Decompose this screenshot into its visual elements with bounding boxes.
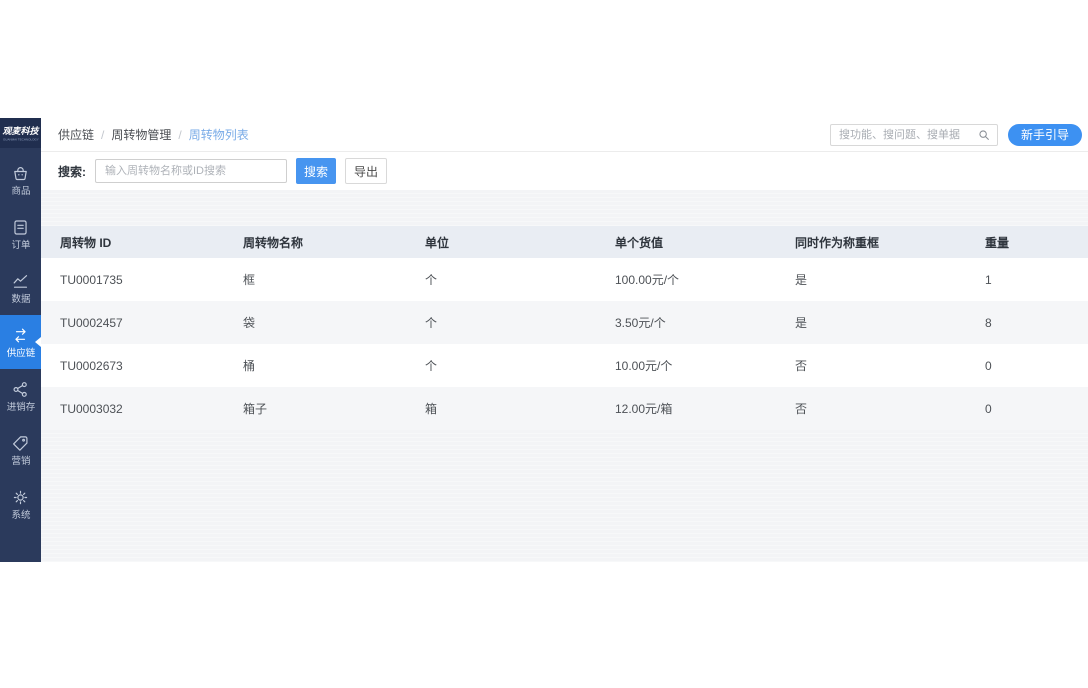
table-cell: 0: [985, 401, 992, 416]
sidebar-nav: 商品订单数据供应链进销存营销系统: [0, 148, 41, 531]
table-cell: 100.00元/个: [615, 273, 680, 287]
brand-subtitle: GUANMAI TECHNOLOGY: [2, 137, 39, 142]
column-header: 同时作为称重框: [795, 235, 880, 250]
table-cell: TU0001735: [60, 272, 123, 287]
sidebar-item-orders[interactable]: 订单: [0, 207, 41, 261]
sidebar-item-label: 订单: [11, 239, 30, 251]
brand-name: 观麦科技: [2, 126, 39, 136]
main-content: 供应链 / 周转物管理 / 周转物列表 新手引导 搜索:: [41, 118, 1088, 562]
sidebar-item-marketing[interactable]: 营销: [0, 423, 41, 477]
table-cell: 桶: [243, 359, 256, 373]
global-search: [829, 123, 998, 146]
table-cell: 箱子: [243, 402, 268, 416]
table-row[interactable]: TU0001735 框 个 100.00元/个 是 1: [41, 258, 1088, 301]
breadcrumb-separator: /: [178, 127, 182, 142]
breadcrumb-item[interactable]: 周转物列表: [189, 126, 249, 143]
breadcrumb-item[interactable]: 供应链: [58, 126, 94, 143]
chart-icon: [11, 272, 30, 291]
search-label: 搜索:: [58, 164, 86, 179]
breadcrumb-item[interactable]: 周转物管理: [111, 126, 171, 143]
table-cell: 否: [795, 402, 808, 416]
swap-arrows-icon: [11, 326, 30, 345]
table-cell: TU0002457: [60, 315, 123, 330]
sidebar: 观麦科技 GUANMAI TECHNOLOGY 商品订单数据供应链进销存营销系统: [0, 118, 41, 562]
table-cell: TU0002673: [60, 358, 123, 373]
table-cell: 0: [985, 358, 992, 373]
sidebar-item-inventory[interactable]: 进销存: [0, 369, 41, 423]
search-button[interactable]: 搜索: [296, 158, 337, 184]
table-cell: 是: [795, 273, 808, 287]
table-cell: 框: [243, 273, 256, 287]
gear-icon: [11, 488, 30, 507]
guide-button[interactable]: 新手引导: [1007, 123, 1082, 146]
table-cell: 个: [425, 273, 438, 287]
table-cell: 是: [795, 316, 808, 330]
sidebar-item-label: 数据: [11, 293, 30, 305]
table-cell: 10.00元/个: [615, 359, 673, 373]
breadcrumb-separator: /: [101, 127, 105, 142]
table-header-row: 周转物 ID 周转物名称 单位 单个货值 同时作为称重框 重量: [41, 226, 1088, 258]
search-icon[interactable]: [977, 128, 991, 142]
export-button[interactable]: 导出: [345, 158, 388, 184]
sidebar-item-label: 营销: [11, 455, 30, 467]
column-header: 周转物 ID: [60, 235, 112, 250]
sidebar-item-label: 供应链: [6, 347, 35, 359]
global-search-input[interactable]: [829, 123, 998, 146]
table-cell: 箱: [425, 402, 438, 416]
turnover-search-input[interactable]: [95, 159, 287, 183]
table-cell: 3.50元/个: [615, 316, 666, 330]
table-row[interactable]: TU0002457 袋 个 3.50元/个 是 8: [41, 301, 1088, 344]
table-row[interactable]: TU0003032 箱子 箱 12.00元/箱 否 0: [41, 387, 1088, 430]
table-cell: 个: [425, 316, 438, 330]
sidebar-item-label: 商品: [11, 185, 30, 197]
order-icon: [11, 218, 30, 237]
sidebar-item-supply-chain[interactable]: 供应链: [0, 315, 41, 369]
table-header: 周转物 ID 周转物名称 单位 单个货值 同时作为称重框 重量: [41, 226, 1088, 258]
sidebar-item-system[interactable]: 系统: [0, 477, 41, 531]
sidebar-item-label: 系统: [11, 509, 30, 521]
column-header: 周转物名称: [243, 235, 304, 250]
table-cell: 12.00元/箱: [615, 402, 673, 416]
sidebar-item-label: 进销存: [6, 401, 35, 413]
column-header: 单个货值: [615, 235, 664, 250]
topbar-right: 新手引导: [829, 123, 1082, 146]
share-nodes-icon: [11, 380, 30, 399]
page: 观麦科技 GUANMAI TECHNOLOGY 商品 订单 数据 供应链 进销存 营销 系统…: [0, 0, 1088, 688]
column-header: 单位: [425, 235, 450, 250]
column-header: 重量: [985, 235, 1010, 250]
table-cell: 个: [425, 359, 438, 373]
basket-icon: [11, 164, 30, 183]
brand-logo: 观麦科技 GUANMAI TECHNOLOGY: [0, 118, 41, 148]
turnover-table: 周转物 ID 周转物名称 单位 单个货值 同时作为称重框 重量 TU0001735 框个 10…: [41, 226, 1088, 430]
sidebar-item-goods[interactable]: 商品: [0, 153, 41, 207]
table-cell: 否: [795, 359, 808, 373]
breadcrumb-bar: 供应链 / 周转物管理 / 周转物列表 新手引导: [41, 118, 1088, 152]
tag-icon: [11, 434, 30, 453]
table-cell: 袋: [243, 316, 256, 330]
table-cell: 8: [985, 315, 992, 330]
table-body: TU0001735 框个 100.00元/个是 1 TU0002457 袋个 3.50元/个…: [41, 258, 1088, 430]
breadcrumb: 供应链 / 周转物管理 / 周转物列表: [58, 126, 249, 143]
table-cell: 1: [985, 272, 992, 287]
active-item-notch: [35, 337, 41, 347]
table-row[interactable]: TU0002673 桶 个 10.00元/个 否 0: [41, 344, 1088, 387]
sidebar-item-data[interactable]: 数据: [0, 261, 41, 315]
table-cell: TU0003032: [60, 401, 123, 416]
app-window: 观麦科技 GUANMAI TECHNOLOGY 商品 订单 数据 供应链 进销存 营销 系统…: [0, 118, 1088, 562]
search-toolbar: 搜索: 搜索 导出: [41, 152, 1088, 190]
